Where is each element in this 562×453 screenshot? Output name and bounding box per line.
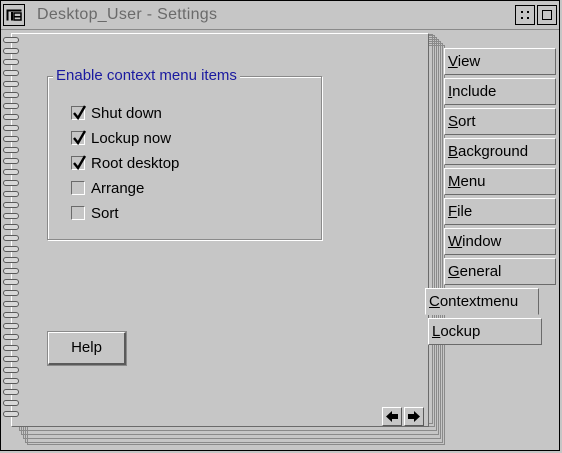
title-bar[interactable]: Desktop_User - Settings [1,1,559,30]
tab-label: indow [462,233,502,250]
checkbox-arrange[interactable]: Arrange [71,179,144,197]
system-menu-icon[interactable] [3,4,25,26]
tab-label: iew [457,53,481,70]
checkbox-label: Arrange [91,179,145,197]
groupbox-label: Enable context menu items [53,67,240,84]
left-arrow-icon [386,411,398,422]
window-title: Desktop_User - Settings [37,6,218,23]
tab-file[interactable]: File [444,198,556,225]
tab-menu[interactable]: Menu [444,168,556,195]
tab-contextmenu[interactable]: Contextmenu [425,288,539,315]
tab-label: ockup [440,323,481,340]
tab-label: eneral [459,263,502,280]
notebook-spiral-binding [1,37,21,427]
checkbox-box[interactable] [71,105,87,121]
tab-mnemonic: F [448,203,458,220]
prev-page-button[interactable] [382,407,402,426]
tab-mnemonic: G [448,263,460,280]
tab-label: nclude [452,83,497,100]
checkbox-shut-down[interactable]: Shut down [71,104,162,122]
checkbox-label: Shut down [91,104,162,122]
minimize-button[interactable] [515,5,535,25]
tab-mnemonic: B [448,143,459,160]
checkbox-box[interactable] [71,130,87,146]
tab-label: ile [457,203,473,220]
maximize-button[interactable] [537,5,557,25]
minimize-icon [521,11,529,19]
right-arrow-icon [408,411,420,422]
tab-lockup[interactable]: Lockup [428,318,542,345]
checkbox-box[interactable] [71,155,87,171]
tab-label: ort [458,113,476,130]
tab-background[interactable]: Background [444,138,556,165]
tab-mnemonic: W [448,233,463,250]
tab-label: ackground [458,143,529,160]
checkbox-label: Root desktop [91,154,180,172]
checkbox-box[interactable] [71,181,85,195]
checkbox-box[interactable] [71,206,85,220]
tab-sort[interactable]: Sort [444,108,556,135]
tab-view[interactable]: View [444,48,556,75]
tab-mnemonic: S [448,113,459,130]
next-page-button[interactable] [404,407,424,426]
checkbox-root-desktop[interactable]: Root desktop [71,154,179,172]
tab-include[interactable]: Include [444,78,556,105]
tab-label: enu [460,173,486,190]
checkbox-sort[interactable]: Sort [71,204,119,222]
help-button[interactable]: Help [47,331,127,366]
tab-mnemonic: C [429,293,440,310]
tab-mnemonic: V [448,53,458,70]
checkbox-lockup-now[interactable]: Lockup now [71,129,171,147]
tab-window[interactable]: Window [444,228,556,255]
tab-label: ontextmenu [439,293,519,310]
settings-window: Desktop_User - Settings Enable context m… [0,0,560,451]
checkbox-label: Sort [91,204,119,222]
tab-general[interactable]: General [444,258,556,285]
tab-mnemonic: M [448,173,461,190]
maximize-icon [542,10,552,20]
checkbox-label: Lockup now [91,129,172,147]
